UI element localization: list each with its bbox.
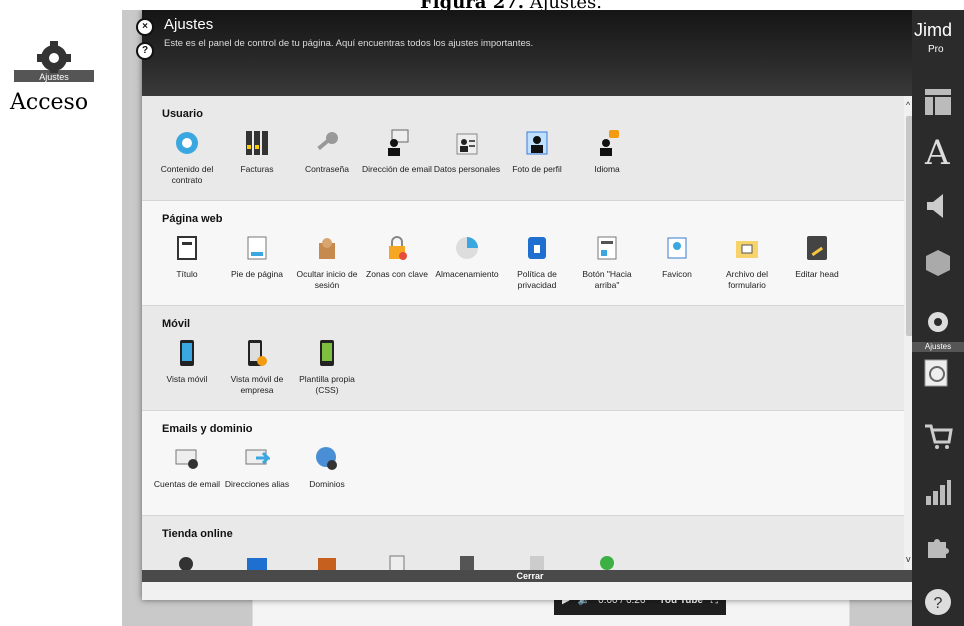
item-boton-hacia-arriba[interactable]: Botón "Hacia arriba" — [572, 231, 642, 291]
id-card-icon — [450, 126, 484, 160]
settings-content: Usuario Contenido del contrato Facturas … — [142, 96, 904, 570]
credit-card-icon[interactable] — [222, 546, 292, 570]
privacy-icon — [520, 231, 554, 265]
binders-icon — [240, 126, 274, 160]
jimdo-app: ▶ 🔈 0:00 / 6:26 You Tube ⛶ × ? Ajustes E… — [122, 10, 964, 626]
domain-globe-icon — [310, 441, 344, 475]
file-icon[interactable] — [502, 546, 572, 570]
svg-text:A: A — [924, 133, 950, 168]
item-zonas-clave[interactable]: Zonas con clave — [362, 231, 432, 291]
gear-icon[interactable]: Ajustes — [10, 40, 98, 84]
item-plantilla-css[interactable]: Plantilla propia (CSS) — [292, 336, 362, 396]
puzzle-icon[interactable] — [922, 530, 954, 562]
item-editar-head[interactable]: Editar head — [782, 231, 852, 291]
profile-photo-icon — [520, 126, 554, 160]
section-title: Usuario — [162, 108, 203, 120]
lock-icon — [380, 231, 414, 265]
right-toolbar: A Ajustes ? — [912, 10, 964, 626]
edit-head-icon — [800, 231, 834, 265]
hide-login-icon — [310, 231, 344, 265]
item-titulo[interactable]: Título — [152, 231, 222, 291]
package-icon[interactable] — [922, 246, 954, 278]
item-vista-movil[interactable]: Vista móvil — [152, 336, 222, 396]
cart-icon[interactable] — [922, 420, 954, 452]
form-archive-icon — [730, 231, 764, 265]
item-favicon[interactable]: Favicon — [642, 231, 712, 291]
modal-subtitle: Este es el panel de control de tu página… — [164, 38, 534, 49]
section-movil: Móvil Vista móvil Vista móvil de empresa… — [142, 306, 904, 411]
check-icon[interactable] — [572, 546, 642, 570]
storage-pie-icon — [450, 231, 484, 265]
item-foto-perfil[interactable]: Foto de perfil — [502, 126, 572, 186]
item-direccion-email[interactable]: Dirección de email — [362, 126, 432, 186]
item-contrasena[interactable]: Contraseña — [292, 126, 362, 186]
language-icon — [590, 126, 624, 160]
favicon-icon — [660, 231, 694, 265]
brand-logo: Jimd — [914, 20, 953, 40]
close-icon[interactable]: × — [136, 18, 154, 36]
section-emails-dominio: Emails y dominio Cuentas de email Direcc… — [142, 411, 904, 516]
item-direcciones-alias[interactable]: Direcciones alias — [222, 441, 292, 490]
modal-header: × ? Ajustes Este es el panel de control … — [136, 10, 935, 96]
mobile-icon — [170, 336, 204, 370]
shop-settings-icon[interactable] — [152, 546, 222, 570]
font-style-icon[interactable]: A — [922, 133, 954, 168]
section-title: Móvil — [162, 318, 191, 330]
active-sidebar-label: Ajustes — [912, 342, 964, 352]
section-tienda-online: Tienda online — [142, 516, 904, 570]
email-settings-icon — [170, 441, 204, 475]
close-button[interactable]: Cerrar — [142, 570, 918, 582]
email-user-icon — [380, 126, 414, 160]
footer-icon — [240, 231, 274, 265]
item-vista-movil-empresa[interactable]: Vista móvil de empresa — [222, 336, 292, 396]
contract-icon — [170, 126, 204, 160]
item-cuentas-email[interactable]: Cuentas de email — [152, 441, 222, 490]
section-title: Página web — [162, 213, 223, 225]
settings-modal: × ? Ajustes Este es el panel de control … — [136, 10, 935, 600]
key-icon — [310, 126, 344, 160]
shop-icons-row — [142, 546, 904, 570]
gear-icon-label: Ajustes — [39, 72, 69, 82]
help-icon[interactable]: ? — [136, 42, 154, 60]
scroll-down-icon[interactable]: v — [906, 554, 911, 564]
item-pie-pagina[interactable]: Pie de página — [222, 231, 292, 291]
item-dominios[interactable]: Dominios — [292, 441, 362, 490]
access-label: Acceso — [10, 90, 89, 115]
mobile-css-icon — [310, 336, 344, 370]
invoice-icon[interactable] — [362, 546, 432, 570]
scroll-up-icon[interactable]: ^ — [906, 100, 910, 110]
section-usuario: Usuario Contenido del contrato Facturas … — [142, 96, 904, 201]
item-contenido-contrato[interactable]: Contenido del contrato — [152, 126, 222, 186]
speaker-icon[interactable] — [922, 190, 954, 222]
svg-text:?: ? — [934, 595, 943, 612]
email-forward-icon — [240, 441, 274, 475]
brand-plan: Pro — [928, 44, 944, 55]
help-circle-icon[interactable]: ? — [922, 586, 954, 618]
document-icon[interactable] — [432, 546, 502, 570]
bar-chart-icon[interactable] — [922, 476, 954, 508]
item-politica-privacidad[interactable]: Política de privacidad — [502, 231, 572, 291]
section-pagina-web: Página web Título Pie de página Ocultar … — [142, 201, 904, 306]
access-panel: Ajustes Acceso — [10, 40, 120, 115]
section-title: Emails y dominio — [162, 423, 253, 435]
item-idioma[interactable]: Idioma — [572, 126, 642, 186]
item-ocultar-inicio[interactable]: Ocultar inicio de sesión — [292, 231, 362, 291]
statistics-search-icon[interactable] — [922, 358, 954, 390]
item-archivo-formulario[interactable]: Archivo del formulario — [712, 231, 782, 291]
back-to-top-icon — [590, 231, 624, 265]
section-title: Tienda online — [162, 528, 233, 540]
item-datos-personales[interactable]: Datos personales — [432, 126, 502, 186]
settings-gear-icon[interactable] — [922, 306, 954, 338]
shipping-box-icon[interactable] — [292, 546, 362, 570]
item-facturas[interactable]: Facturas — [222, 126, 292, 186]
modal-title: Ajustes — [164, 16, 214, 33]
mobile-business-icon — [240, 336, 274, 370]
item-almacenamiento[interactable]: Almacenamiento — [432, 231, 502, 291]
title-icon — [170, 231, 204, 265]
layout-icon[interactable] — [922, 86, 954, 118]
